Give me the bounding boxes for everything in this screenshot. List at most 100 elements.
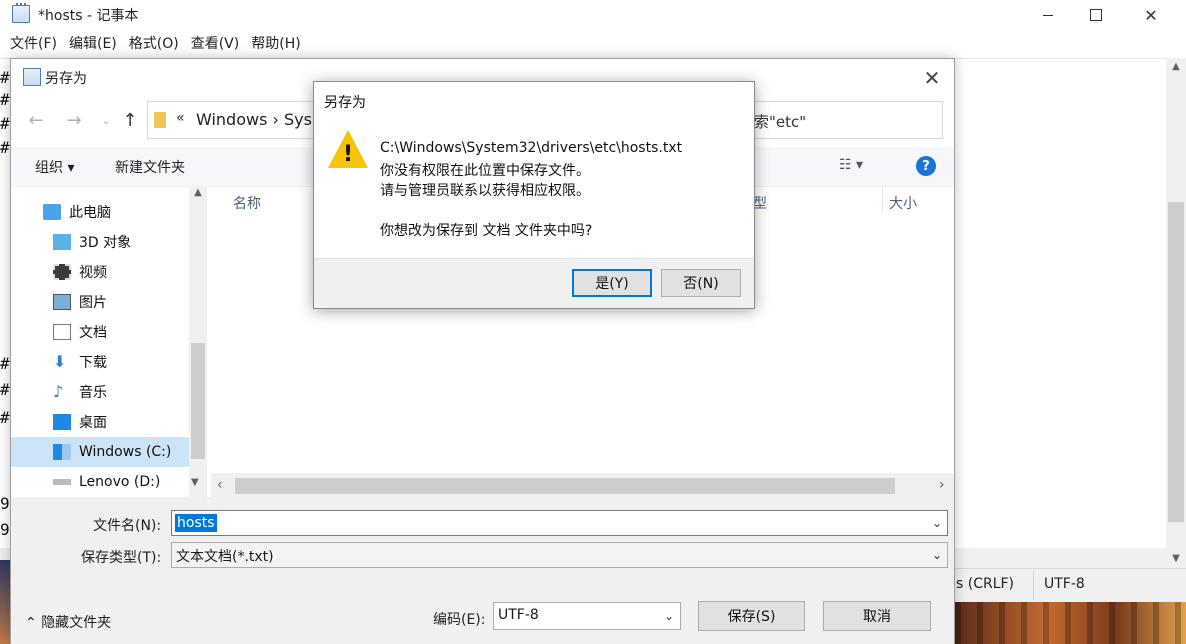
status-separator [1033,570,1034,600]
text-fragment: # [0,114,10,133]
help-icon[interactable]: ? [916,156,936,176]
chevron-up-icon: ⌃ [25,615,42,631]
nav-item-pictures[interactable]: 图片 [11,287,189,317]
maximize-button[interactable] [1073,0,1119,30]
no-button[interactable]: 否(N) [661,269,741,297]
message-question: 你想改为保存到 文档 文件夹中吗? [380,223,593,239]
column-separator[interactable] [882,187,883,213]
drive-d-icon [53,479,71,485]
scroll-up-icon[interactable]: ▲ [189,187,207,198]
film-icon [53,264,71,280]
nav-pane-scroll-thumb[interactable] [191,343,205,459]
message-path: C:\Windows\System32\drivers\etc\hosts.tx… [380,140,683,156]
chevron-down-icon: ⌄ [932,548,943,562]
permission-message-box: 另存为 ! C:\Windows\System32\drivers\etc\ho… [313,81,755,309]
notepad-title: *hosts - 记事本 [38,8,139,24]
organize-button[interactable]: 组织 ▾ [35,157,74,177]
filename-label: 文件名(N): [93,518,162,534]
notepad-titlebar: *hosts - 记事本 ✕ [0,0,1186,30]
new-folder-button[interactable]: 新建文件夹 [115,157,185,177]
nav-item-music[interactable]: ♪ 音乐 [11,377,189,407]
encoding-value: UTF-8 [498,607,539,623]
message-box-title: 另存为 [324,95,366,111]
dialog-close-button[interactable]: ✕ [917,65,947,91]
text-fragment: 9 [0,494,10,513]
filename-field[interactable]: hosts ⌄ [171,510,948,536]
computer-icon [43,204,61,220]
nav-item-drive-d[interactable]: Lenovo (D:) [11,467,189,497]
menu-file[interactable]: 文件(F) [4,30,63,58]
text-fragment: # [0,90,10,109]
nav-item-this-pc[interactable]: 此电脑 [11,197,189,227]
nav-item-drive-c[interactable]: Windows (C:) [11,437,189,467]
column-header-type[interactable]: 型 [753,193,767,213]
nav-item-videos[interactable]: 视频 [11,257,189,287]
close-button[interactable]: ✕ [1128,0,1174,30]
filetype-label: 保存类型(T): [81,550,162,566]
column-header-size[interactable]: 大小 [889,193,917,213]
drive-c-icon [53,444,71,460]
dialog-title: 另存为 [45,71,87,87]
nav-item-desktop[interactable]: 桌面 [11,407,189,437]
cube-icon [53,234,71,250]
text-fragment: # [0,138,10,157]
menu-edit[interactable]: 编辑(E) [63,30,123,58]
encoding-label: 编码(E): [433,612,486,628]
yes-button[interactable]: 是(Y) [572,269,652,297]
scroll-left-icon[interactable]: ‹ [217,477,223,493]
filename-value: hosts [175,514,217,532]
filetype-value: 文本文档(*.txt) [176,549,274,565]
text-fragment: 9 [0,520,10,539]
message-line: 你没有权限在此位置中保存文件。 [380,163,590,179]
text-fragment: # [0,408,10,427]
minimize-button[interactable] [1025,0,1071,30]
download-icon: ⬇ [53,352,67,371]
hide-folders-toggle[interactable]: ⌃ 隐藏文件夹 [25,612,111,632]
recent-chevron-icon[interactable]: ⌄ [95,109,117,131]
notepad-scroll-thumb[interactable] [1168,202,1184,522]
music-icon: ♪ [53,382,64,401]
filetype-select[interactable]: 文本文档(*.txt) ⌄ [171,542,948,568]
chevron-down-icon: ⌄ [664,609,675,623]
notepad-icon [12,3,30,23]
warning-icon-mark: ! [342,142,354,167]
scroll-down-icon[interactable]: ▼ [1166,550,1186,566]
up-arrow-icon[interactable]: ↑ [119,109,141,131]
menu-view[interactable]: 查看(V) [185,30,246,58]
nav-item-documents[interactable]: 文档 [11,317,189,347]
status-line-ending: s (CRLF) [956,576,1015,592]
message-line: 请与管理员联系以获得相应权限。 [380,183,590,199]
nav-item-downloads[interactable]: ⬇ 下载 [11,347,189,377]
column-header-name[interactable]: 名称 [233,193,261,213]
breadcrumb-overflow[interactable]: « [176,110,185,126]
text-fragment: # [0,354,10,373]
picture-icon [53,294,71,310]
search-placeholder: 索"etc" [754,113,807,131]
scroll-down-icon[interactable]: ▼ [191,477,199,488]
search-input[interactable]: 索"etc" [731,101,943,139]
menu-help[interactable]: 帮助(H) [245,30,306,58]
back-arrow-icon[interactable]: ← [25,109,47,131]
nav-item-3d-objects[interactable]: 3D 对象 [11,227,189,257]
scroll-up-icon[interactable]: ▲ [1166,58,1186,74]
navigation-pane: 此电脑 3D 对象 视频 图片 文档 ⬇ 下载 ♪ 音乐 桌面 Windows (C… [11,187,207,497]
breadcrumb[interactable]: Windows › Sys [196,110,312,129]
desktop-icon [53,414,71,430]
view-options-button[interactable]: ☷ ▾ [839,157,863,173]
document-icon [53,324,71,340]
status-encoding: UTF-8 [1044,576,1085,592]
scroll-right-icon[interactable]: › [939,477,945,493]
menu-format[interactable]: 格式(O) [123,30,185,58]
file-list-scroll-thumb[interactable] [235,478,895,494]
forward-arrow-icon[interactable]: → [63,109,85,131]
close-icon: ✕ [923,66,941,90]
notepad-menubar: 文件(F) 编辑(E) 格式(O) 查看(V) 帮助(H) [0,30,1186,58]
close-icon: ✕ [1144,5,1158,25]
cancel-button[interactable]: 取消 [823,601,931,631]
desktop-wallpaper [955,602,1186,644]
save-button[interactable]: 保存(S) [698,601,805,631]
chevron-down-icon[interactable]: ⌄ [932,516,942,530]
notepad-icon [23,68,41,86]
folder-icon [154,112,166,128]
encoding-select[interactable]: UTF-8 ⌄ [493,602,681,630]
